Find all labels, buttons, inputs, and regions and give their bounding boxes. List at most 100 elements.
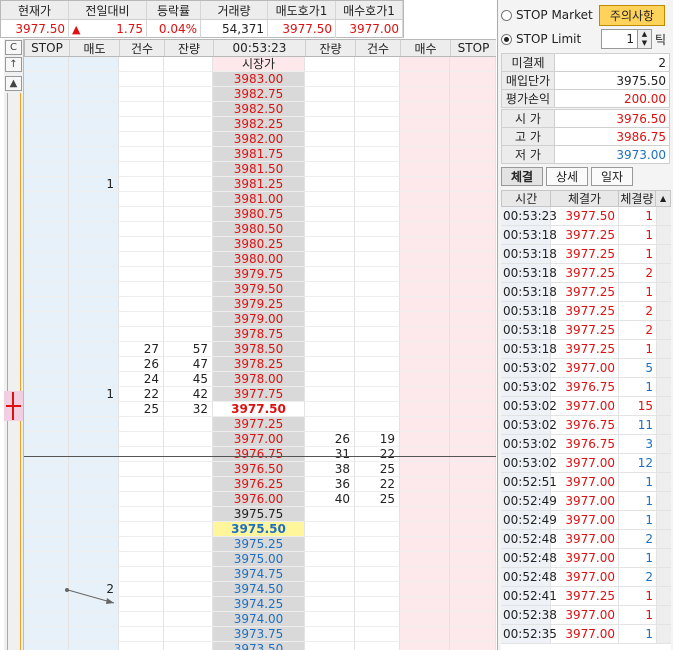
buy-order-cell[interactable] <box>400 132 450 147</box>
sell-order-cell[interactable] <box>69 492 119 507</box>
trade-row[interactable]: 00:52:48 3977.00 1 <box>501 549 671 568</box>
stop-sell-cell[interactable] <box>24 492 69 507</box>
price-cell[interactable]: 3975.50 <box>213 522 305 537</box>
price-cell[interactable]: 3975.00 <box>213 552 305 567</box>
stop-sell-cell[interactable] <box>24 417 69 432</box>
scrollbar-track[interactable] <box>657 606 671 624</box>
stop-buy-cell[interactable] <box>450 462 496 477</box>
price-row[interactable]: 3979.75 <box>24 267 496 282</box>
buy-order-cell[interactable] <box>400 117 450 132</box>
price-cell[interactable]: 3974.75 <box>213 567 305 582</box>
stop-buy-cell[interactable] <box>450 417 496 432</box>
tab-daily[interactable]: 일자 <box>591 167 633 186</box>
price-row[interactable]: 3977.25 <box>24 417 496 432</box>
stop-sell-cell[interactable] <box>24 117 69 132</box>
trade-row[interactable]: 00:52:35 3977.00 1 <box>501 625 671 644</box>
buy-order-cell[interactable] <box>400 552 450 567</box>
price-row[interactable]: 3979.50 <box>24 282 496 297</box>
buy-order-cell[interactable] <box>400 357 450 372</box>
buy-order-cell[interactable] <box>400 342 450 357</box>
sell-order-cell[interactable] <box>69 477 119 492</box>
scrollbar-track[interactable] <box>657 226 671 244</box>
buy-order-cell[interactable] <box>400 252 450 267</box>
scrollbar-track[interactable] <box>657 435 671 453</box>
trade-row[interactable]: 00:53:18 3977.25 2 <box>501 264 671 283</box>
buy-order-cell[interactable] <box>400 207 450 222</box>
stop-sell-cell[interactable] <box>24 477 69 492</box>
scrollbar-track[interactable] <box>657 359 671 377</box>
price-row[interactable]: 3977.00 26 19 <box>24 432 496 447</box>
stop-sell-cell[interactable] <box>24 102 69 117</box>
price-cell[interactable]: 3981.50 <box>213 162 305 177</box>
stop-buy-cell[interactable] <box>450 342 496 357</box>
price-cell[interactable]: 3974.25 <box>213 597 305 612</box>
stop-sell-cell[interactable] <box>24 87 69 102</box>
price-row[interactable]: 24 45 3978.00 <box>24 372 496 387</box>
tab-executions[interactable]: 체결 <box>501 167 543 186</box>
price-row[interactable]: 3980.75 <box>24 207 496 222</box>
sell-order-cell[interactable] <box>69 537 119 552</box>
sell-order-cell[interactable] <box>69 282 119 297</box>
buy-order-cell[interactable] <box>400 222 450 237</box>
sell-order-cell[interactable] <box>69 327 119 342</box>
sell-order-cell[interactable] <box>69 72 119 87</box>
stop-buy-cell[interactable] <box>450 597 496 612</box>
stop-sell-cell[interactable] <box>24 432 69 447</box>
sell-order-cell[interactable] <box>69 192 119 207</box>
trade-row[interactable]: 00:52:41 3977.25 1 <box>501 587 671 606</box>
stop-sell-cell[interactable] <box>24 627 69 642</box>
stop-sell-cell[interactable] <box>24 372 69 387</box>
stop-buy-cell[interactable] <box>450 387 496 402</box>
price-cell[interactable]: 3978.75 <box>213 327 305 342</box>
stop-buy-cell[interactable] <box>450 357 496 372</box>
stop-buy-cell[interactable] <box>450 432 496 447</box>
scrollbar-track[interactable] <box>657 321 671 339</box>
stop-sell-cell[interactable] <box>24 402 69 417</box>
sell-order-cell[interactable] <box>69 87 119 102</box>
scrollbar-track[interactable] <box>657 530 671 548</box>
price-cell[interactable]: 3976.00 <box>213 492 305 507</box>
sell-order-cell[interactable]: 1 <box>69 177 119 192</box>
stop-sell-cell[interactable] <box>24 552 69 567</box>
price-cell[interactable]: 3981.25 <box>213 177 305 192</box>
price-row[interactable]: 3975.25 <box>24 537 496 552</box>
stop-buy-cell[interactable] <box>450 252 496 267</box>
sell-order-cell[interactable] <box>69 612 119 627</box>
price-cell[interactable]: 3976.50 <box>213 462 305 477</box>
stop-buy-cell[interactable] <box>450 57 496 72</box>
price-row[interactable]: 27 57 3978.50 <box>24 342 496 357</box>
trade-row[interactable]: 00:53:02 3977.00 5 <box>501 359 671 378</box>
price-cell[interactable]: 3978.50 <box>213 342 305 357</box>
buy-order-cell[interactable] <box>400 87 450 102</box>
buy-order-cell[interactable] <box>400 372 450 387</box>
price-row[interactable]: 3975.50 <box>24 522 496 537</box>
stop-buy-cell[interactable] <box>450 447 496 462</box>
stop-sell-cell[interactable] <box>24 537 69 552</box>
stop-buy-cell[interactable] <box>450 522 496 537</box>
buy-order-cell[interactable] <box>400 102 450 117</box>
stop-sell-cell[interactable] <box>24 192 69 207</box>
scrollbar-track[interactable] <box>657 207 671 225</box>
stop-buy-cell[interactable] <box>450 267 496 282</box>
sell-order-cell[interactable] <box>69 147 119 162</box>
stop-buy-cell[interactable] <box>450 567 496 582</box>
price-cell[interactable]: 3973.75 <box>213 627 305 642</box>
buy-order-cell[interactable] <box>400 327 450 342</box>
trade-row[interactable]: 00:53:02 3976.75 11 <box>501 416 671 435</box>
price-row[interactable]: 3974.00 <box>24 612 496 627</box>
stop-buy-cell[interactable] <box>450 177 496 192</box>
stop-buy-cell[interactable] <box>450 162 496 177</box>
stop-sell-cell[interactable] <box>24 282 69 297</box>
stop-sell-cell[interactable] <box>24 597 69 612</box>
sell-order-cell[interactable] <box>69 462 119 477</box>
price-cell[interactable]: 3979.00 <box>213 312 305 327</box>
stop-buy-cell[interactable] <box>450 72 496 87</box>
buy-order-cell[interactable] <box>400 612 450 627</box>
stop-limit-radio[interactable]: STOP Limit <box>501 32 581 46</box>
buy-order-cell[interactable] <box>400 567 450 582</box>
price-row[interactable]: 3976.00 40 25 <box>24 492 496 507</box>
clear-button[interactable]: C <box>5 40 22 55</box>
buy-order-cell[interactable] <box>400 537 450 552</box>
price-cell[interactable]: 3976.25 <box>213 477 305 492</box>
stop-sell-cell[interactable] <box>24 162 69 177</box>
